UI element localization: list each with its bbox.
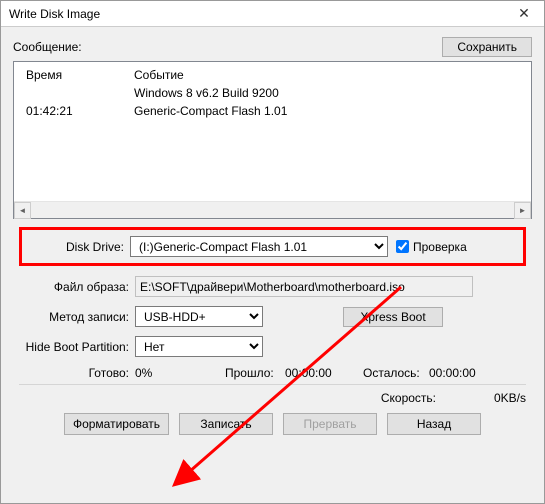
titlebar: Write Disk Image ✕ (1, 1, 544, 27)
xpress-boot-button[interactable]: Xpress Boot (343, 307, 443, 327)
speed-value: 0KB/s (476, 391, 526, 405)
speed-row: Скорость: 0KB/s (19, 391, 526, 405)
close-icon: ✕ (518, 5, 530, 22)
window: Write Disk Image ✕ Сообщение: Сохранить … (0, 0, 545, 504)
write-method-label: Метод записи: (19, 310, 135, 324)
disk-drive-label: Disk Drive: (30, 240, 130, 254)
log-event: Windows 8 v6.2 Build 9200 (130, 84, 523, 102)
remain-value: 00:00:00 (429, 366, 476, 380)
write-method-select[interactable]: USB-HDD+ (135, 306, 263, 327)
scroll-left-button[interactable]: ◄ (14, 202, 31, 219)
col-time-header: Время (22, 66, 130, 84)
status-row: Готово: 0% Прошло: 00:00:00 Осталось: 00… (19, 366, 526, 380)
log-time (22, 84, 130, 102)
format-button[interactable]: Форматировать (64, 413, 169, 435)
disk-drive-highlight: Disk Drive: (I:)Generic-Compact Flash 1.… (19, 227, 526, 266)
message-row: Сообщение: Сохранить (13, 37, 532, 57)
verify-wrap[interactable]: Проверка (396, 240, 467, 254)
log-panel: Время Событие Windows 8 v6.2 Build 9200 … (13, 61, 532, 219)
elapsed-value: 00:00:00 (285, 366, 332, 380)
message-label: Сообщение: (13, 40, 82, 54)
write-method-row: Метод записи: USB-HDD+ Xpress Boot (19, 306, 526, 327)
h-scrollbar[interactable]: ◄ ► (14, 201, 531, 218)
remain-label: Осталось: (363, 366, 420, 380)
log-event: Generic-Compact Flash 1.01 (130, 102, 523, 120)
hide-boot-row: Hide Boot Partition: Нет (19, 336, 526, 357)
back-button[interactable]: Назад (387, 413, 481, 435)
table-row: Windows 8 v6.2 Build 9200 (22, 84, 523, 102)
ready-label: Готово: (89, 366, 129, 380)
save-button[interactable]: Сохранить (442, 37, 532, 57)
abort-button[interactable]: Прервать (283, 413, 377, 435)
log-table: Время Событие Windows 8 v6.2 Build 9200 … (22, 66, 523, 120)
buttons-row: Форматировать Записать Прервать Назад (19, 413, 526, 435)
image-file-field[interactable] (135, 276, 473, 297)
col-event-header: Событие (130, 66, 523, 84)
chevron-right-icon: ► (519, 207, 527, 215)
image-file-label: Файл образа: (19, 280, 135, 294)
chevron-left-icon: ◄ (19, 207, 27, 215)
form-area: Disk Drive: (I:)Generic-Compact Flash 1.… (13, 219, 532, 435)
write-button[interactable]: Записать (179, 413, 273, 435)
close-button[interactable]: ✕ (504, 1, 544, 27)
log-body: Время Событие Windows 8 v6.2 Build 9200 … (14, 62, 531, 201)
verify-label: Проверка (413, 240, 467, 254)
log-time: 01:42:21 (22, 102, 130, 120)
ready-value: 0% (135, 366, 152, 380)
divider (19, 384, 526, 385)
scroll-right-button[interactable]: ► (514, 202, 531, 219)
image-file-row: Файл образа: (19, 276, 526, 297)
hide-boot-select[interactable]: Нет (135, 336, 263, 357)
speed-label: Скорость: (381, 391, 436, 405)
window-title: Write Disk Image (9, 7, 100, 21)
hide-boot-label: Hide Boot Partition: (19, 340, 135, 354)
disk-drive-select[interactable]: (I:)Generic-Compact Flash 1.01 (130, 236, 388, 257)
elapsed-label: Прошло: (225, 366, 274, 380)
table-row: 01:42:21 Generic-Compact Flash 1.01 (22, 102, 523, 120)
scroll-track[interactable] (31, 202, 514, 218)
verify-checkbox[interactable] (396, 240, 409, 253)
dialog-body: Сообщение: Сохранить Время Событие Win (1, 27, 544, 503)
